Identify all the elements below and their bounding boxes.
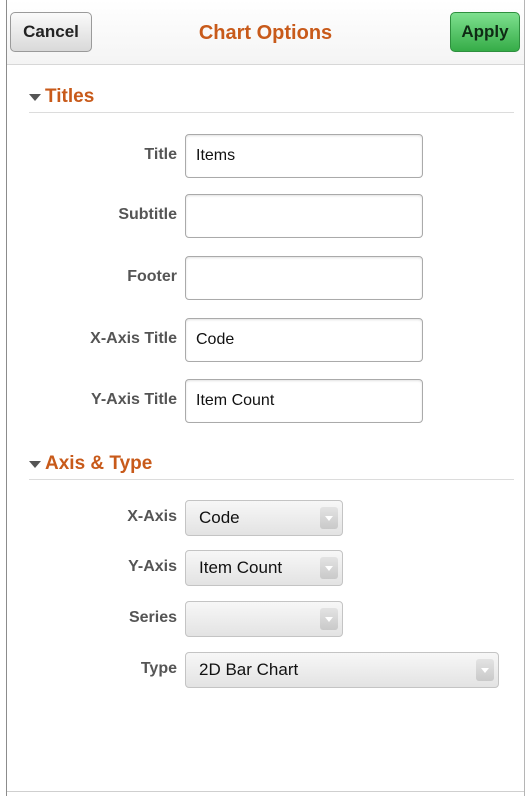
type-select-value: 2D Bar Chart [199,660,299,679]
section-header-titles[interactable]: Titles [29,82,514,113]
page-title: Chart Options [198,22,333,44]
y-axis-select-value: Item Count [199,558,283,577]
y-axis-select[interactable]: Item Count [185,550,343,586]
row-type: Type 2D Bar Chart [7,648,517,692]
row-subtitle: Subtitle [7,194,517,238]
chevron-down-icon [320,557,338,579]
apply-button[interactable]: Apply [450,12,520,52]
chart-options-panel: Cancel Chart Options Apply Titles Title … [6,0,525,796]
row-series: Series [7,597,517,641]
x-axis-title-label: X-Axis Title [90,330,177,347]
footer-label: Footer [127,268,177,285]
row-title: Title [7,134,517,178]
chevron-down-icon [320,507,338,529]
section-header-axis-type[interactable]: Axis & Type [29,449,514,480]
row-y-axis-title: Y-Axis Title [7,379,517,423]
row-y-axis: Y-Axis Item Count [7,546,517,590]
header-bar: Cancel Chart Options Apply [7,0,524,65]
y-axis-title-input[interactable] [185,379,423,423]
row-x-axis: X-Axis Code [7,496,517,540]
row-footer: Footer [7,256,517,300]
chevron-down-icon [320,608,338,630]
section-title-titles: Titles [45,86,95,107]
type-select[interactable]: 2D Bar Chart [185,652,499,688]
title-input[interactable] [185,134,423,178]
series-select[interactable] [185,601,343,637]
section-title-axis-type: Axis & Type [45,453,153,474]
x-axis-title-input[interactable] [185,318,423,362]
y-axis-label: Y-Axis [128,558,177,575]
x-axis-label: X-Axis [127,508,177,525]
subtitle-label: Subtitle [118,206,177,223]
type-label: Type [140,660,177,677]
title-label: Title [144,146,177,163]
row-x-axis-title: X-Axis Title [7,318,517,362]
chevron-down-icon [476,659,494,681]
series-label: Series [128,609,177,626]
subtitle-input[interactable] [185,194,423,238]
triangle-down-icon [29,460,41,468]
x-axis-select[interactable]: Code [185,500,343,536]
y-axis-title-label: Y-Axis Title [91,391,177,408]
bottom-divider [7,791,524,792]
triangle-down-icon [29,93,41,101]
footer-input[interactable] [185,256,423,300]
x-axis-select-value: Code [199,508,240,527]
